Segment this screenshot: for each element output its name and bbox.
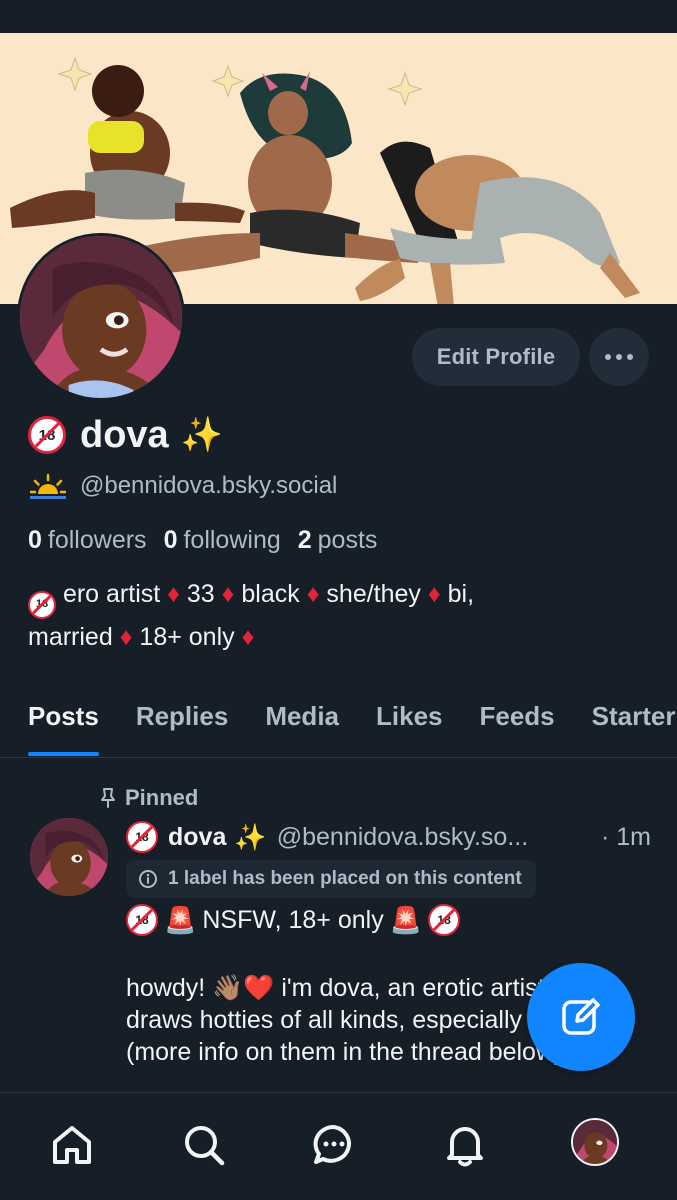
no-under-18-icon: 18 <box>126 904 158 936</box>
post-author-name[interactable]: dova <box>168 823 226 852</box>
diamond-icon: ♦ <box>306 580 320 608</box>
post-header: 18 dova ✨ @bennidova.bsky.so... · 1m <box>126 820 651 854</box>
tab-media[interactable]: Media <box>265 686 339 756</box>
chat-icon <box>313 1124 351 1164</box>
pin-icon <box>101 788 115 808</box>
dot-icon <box>627 354 633 360</box>
diamond-icon: ♦ <box>241 622 255 651</box>
dot-icon <box>605 354 611 360</box>
compose-button[interactable] <box>527 963 635 1071</box>
bottom-navigation <box>0 1092 677 1200</box>
profile-tabs: Posts Replies Media Likes Feeds Starter … <box>0 686 677 756</box>
tabs-divider <box>0 757 677 758</box>
tab-posts[interactable]: Posts <box>28 686 99 756</box>
home-icon <box>53 1126 91 1164</box>
nav-search[interactable] <box>180 1121 228 1169</box>
display-name-text: dova <box>80 413 169 456</box>
handle-row: @bennidova.bsky.social <box>30 470 337 502</box>
sunrise-icon <box>30 473 66 499</box>
sparkles-icon: ✨ <box>180 416 224 454</box>
post-text-line: 18 🚨 NSFW, 18+ only 🚨 18 <box>126 900 461 940</box>
followers-stat[interactable]: 0 followers <box>28 526 147 555</box>
bell-icon <box>447 1127 483 1167</box>
bio-text: bi, <box>447 580 475 608</box>
pinned-label: Pinned <box>125 785 199 810</box>
active-tab-indicator <box>28 752 99 756</box>
avatar-image <box>573 1120 617 1164</box>
following-stat[interactable]: 0 following <box>164 526 281 555</box>
info-icon <box>139 870 157 888</box>
posts-stat: 2 posts <box>297 525 378 554</box>
bio-text: black <box>241 580 300 608</box>
bio-text: 18+ only <box>139 622 235 651</box>
post-warning-text: NSFW, 18+ only <box>202 905 384 934</box>
tab-replies[interactable]: Replies <box>136 686 229 756</box>
no-under-18-icon: 18 <box>428 904 461 936</box>
edit-profile-button[interactable]: Edit Profile <box>412 328 580 386</box>
diamond-icon: ♦ <box>427 580 441 608</box>
nav-notifications[interactable] <box>441 1121 489 1169</box>
no-under-18-icon: 18 <box>28 416 66 454</box>
profile-screen: Edit Profile 18 dova ✨ @bennidova.bsky.s… <box>0 0 677 1200</box>
post-author-avatar[interactable] <box>30 818 108 896</box>
diamond-icon: ♦ <box>221 580 235 608</box>
siren-icon: 🚨 <box>389 904 423 935</box>
profile-bio: 18 ero artist ♦ 33 ♦ black ♦ she/they ♦ … <box>28 576 658 656</box>
compose-icon <box>562 998 600 1035</box>
diamond-icon: ♦ <box>167 580 180 608</box>
tab-starter-packs[interactable]: Starter Packs <box>592 686 677 756</box>
tab-feeds[interactable]: Feeds <box>480 686 555 756</box>
diamond-icon: ♦ <box>119 622 133 651</box>
pinned-indicator: Pinned <box>98 784 198 812</box>
sparkles-icon: ✨ <box>234 821 267 852</box>
bio-text: married <box>28 622 113 651</box>
avatar-image <box>20 236 182 398</box>
more-options-button[interactable] <box>589 328 649 386</box>
content-label-notice[interactable]: 1 label has been placed on this content <box>126 860 536 898</box>
profile-stats: 0 followers 0 following 2 posts <box>28 523 394 557</box>
profile-avatar[interactable] <box>17 233 185 401</box>
no-under-18-icon: 18 <box>28 590 56 619</box>
search-icon <box>185 1126 225 1166</box>
bio-text: 33 <box>186 580 215 608</box>
handle-text: @bennidova.bsky.social <box>80 472 338 499</box>
bio-text: ero artist <box>62 580 161 608</box>
post-timestamp: · 1m <box>600 822 651 851</box>
display-name: 18 dova ✨ <box>28 410 223 460</box>
nav-chat[interactable] <box>310 1121 358 1169</box>
label-notice-text: 1 label has been placed on this content <box>168 868 522 889</box>
avatar-image <box>30 818 108 896</box>
nav-profile-avatar[interactable] <box>571 1118 619 1166</box>
tab-likes[interactable]: Likes <box>376 686 443 756</box>
siren-icon: 🚨 <box>164 904 197 935</box>
dot-icon <box>616 354 622 360</box>
bio-text: she/they <box>326 580 421 608</box>
nav-home[interactable] <box>48 1121 96 1169</box>
no-under-18-icon: 18 <box>126 821 158 853</box>
status-bar <box>0 0 677 33</box>
post-author-handle[interactable]: @bennidova.bsky.so... <box>277 823 593 852</box>
